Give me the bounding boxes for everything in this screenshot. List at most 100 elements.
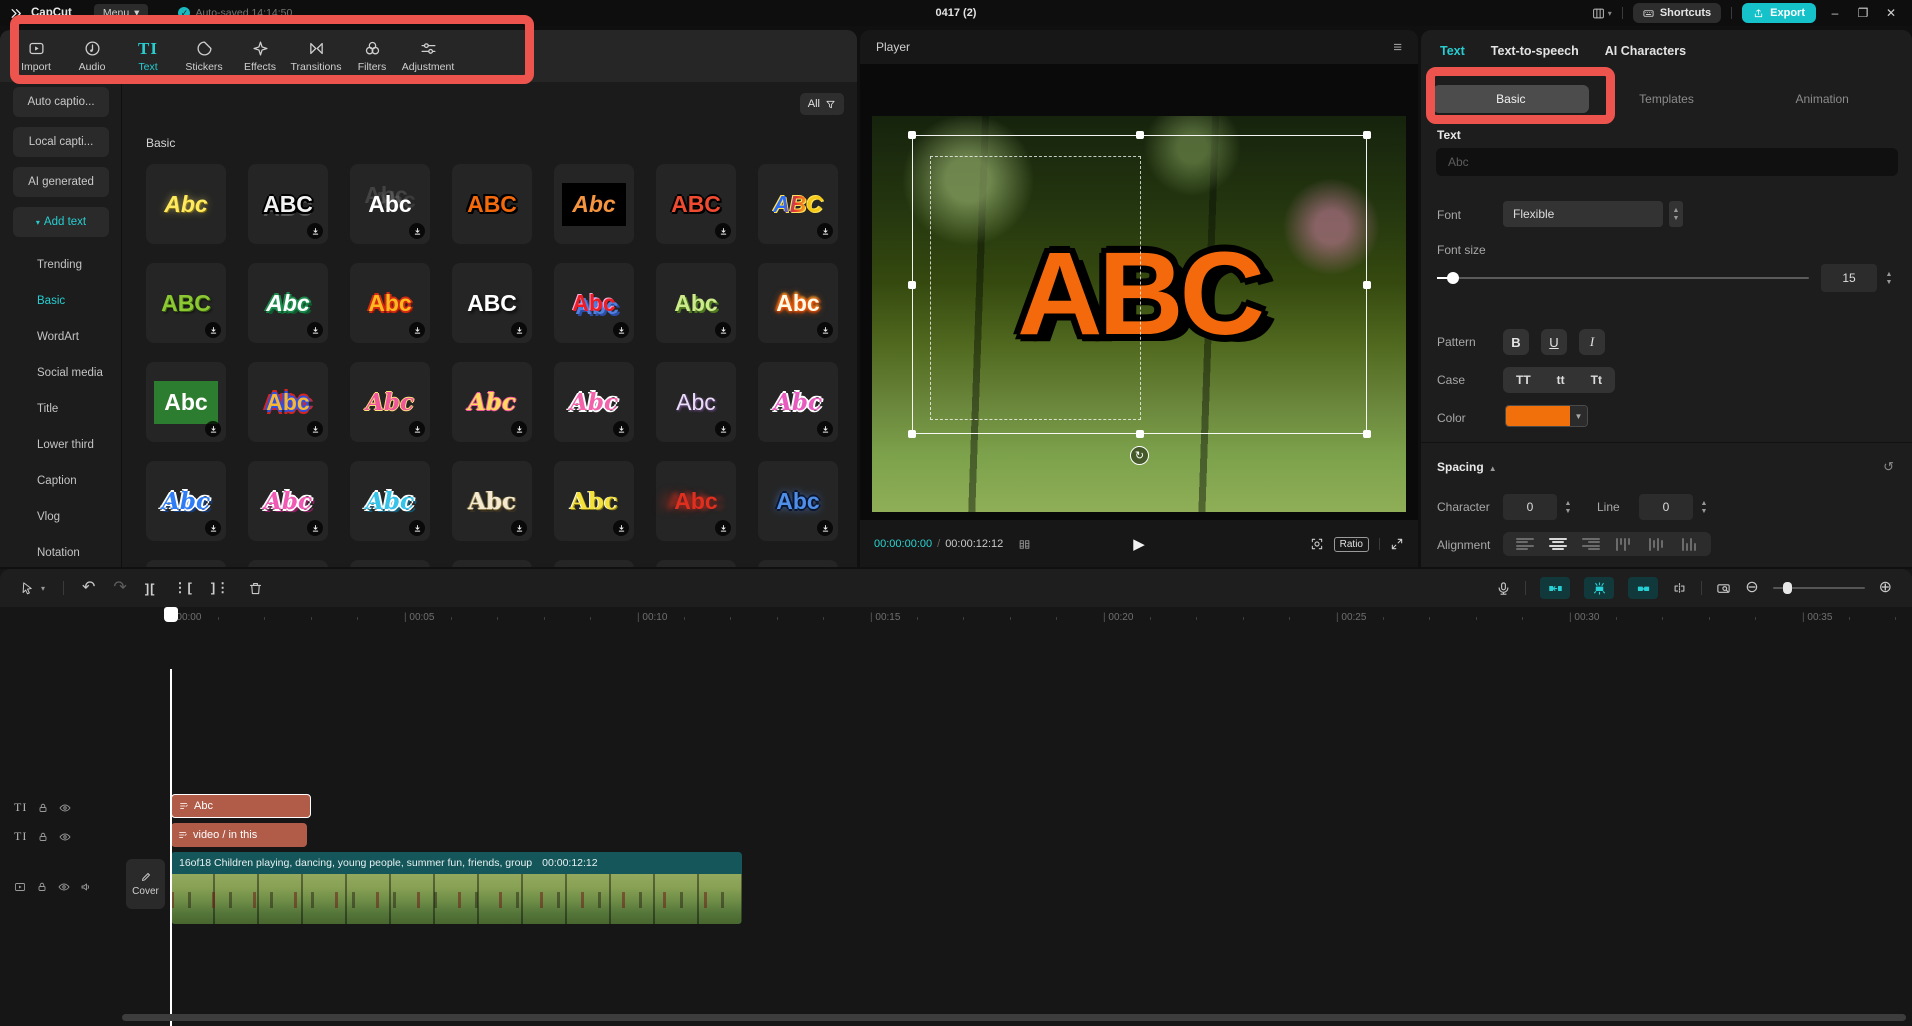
text-style-tile[interactable] (248, 560, 328, 567)
text-style-tile[interactable]: Abc (554, 164, 634, 244)
speaker-icon[interactable] (80, 881, 92, 893)
auto-splice-toggle[interactable] (1584, 577, 1614, 599)
text-style-tile[interactable]: Abc (248, 263, 328, 343)
tab-ai-characters[interactable]: AI Characters (1605, 44, 1686, 58)
capitalize-button[interactable]: Tt (1591, 373, 1602, 387)
toolbar-item-filters[interactable]: Filters (348, 40, 396, 73)
bold-button[interactable]: B (1503, 329, 1529, 355)
text-style-tile[interactable] (554, 560, 634, 567)
underline-button[interactable]: U (1541, 329, 1567, 355)
text-style-tile[interactable]: Abc (554, 362, 634, 442)
character-spacing-value[interactable]: 0 (1503, 494, 1557, 520)
text-style-tile[interactable]: Abc (350, 263, 430, 343)
frame-view-icon[interactable] (1018, 538, 1031, 551)
resize-handle[interactable] (908, 131, 916, 139)
text-style-tile[interactable]: Abc (554, 461, 634, 541)
toolbar-item-audio[interactable]: Audio (68, 40, 116, 73)
text-content-input[interactable] (1436, 148, 1898, 176)
align-bottom-button[interactable] (1680, 538, 1698, 551)
ratio-button[interactable]: Ratio (1334, 537, 1369, 552)
close-button[interactable]: ✕ (1882, 6, 1900, 20)
undo-icon[interactable]: ↶ (82, 580, 95, 596)
timeline-ruler[interactable]: 00:0000:0500:1000:1500:2000:2500:3000:35 (0, 607, 1912, 631)
tab-text[interactable]: Text (1440, 44, 1465, 58)
character-spacing-stepper[interactable]: ▲▼ (1561, 494, 1575, 520)
preview-frame-icon[interactable] (1716, 581, 1731, 596)
text-style-tile[interactable]: Abc (656, 263, 736, 343)
text-style-tile[interactable]: ABC (656, 164, 736, 244)
video-clip[interactable]: 16of18 Children playing, dancing, young … (171, 852, 742, 924)
sidebar-item-add-text[interactable]: ▾Add text (13, 207, 109, 237)
align-top-button[interactable] (1614, 538, 1632, 551)
select-tool-icon[interactable] (20, 581, 35, 596)
lock-icon[interactable] (36, 881, 48, 893)
link-clips-toggle[interactable] (1628, 577, 1658, 599)
cover-button[interactable]: Cover (126, 859, 165, 909)
color-picker[interactable]: ▼ (1505, 405, 1588, 427)
sidebar-item-auto-captio[interactable]: Auto captio... (13, 87, 109, 117)
lock-icon[interactable] (37, 831, 49, 843)
video-frame[interactable]: ABC ↻ (872, 116, 1406, 512)
toolbar-item-adjustment[interactable]: Adjustment (404, 40, 452, 73)
record-voiceover-icon[interactable] (1496, 581, 1511, 596)
menu-button[interactable]: Menu▾ (94, 4, 149, 22)
text-style-tile[interactable]: Abc (350, 362, 430, 442)
eye-icon[interactable] (59, 802, 71, 814)
zoom-in-icon[interactable]: ⊕ (1879, 580, 1892, 596)
player-menu-icon[interactable]: ≡ (1393, 40, 1402, 55)
resize-handle[interactable] (1363, 281, 1371, 289)
text-clip-selected[interactable]: Abc (171, 794, 311, 818)
timeline-zoom-slider[interactable] (1773, 587, 1865, 589)
eye-icon[interactable] (58, 881, 70, 893)
text-style-tile[interactable]: Abc (452, 461, 532, 541)
text-style-tile[interactable]: Abc (656, 461, 736, 541)
sidebar-item-ai-generated[interactable]: AI generated (13, 167, 109, 197)
sidebar-item-caption[interactable]: Caption (0, 463, 121, 499)
text-style-tile[interactable]: ABC (452, 263, 532, 343)
split-keep-right-icon[interactable]: ]⋮ (211, 580, 230, 596)
text-style-tile[interactable]: Abc (554, 263, 634, 343)
toolbar-item-import[interactable]: Import (12, 40, 60, 73)
sidebar-item-wordart[interactable]: WordArt (0, 319, 121, 355)
resize-handle[interactable] (908, 430, 916, 438)
minimize-button[interactable]: – (1826, 6, 1844, 20)
text-style-tile[interactable]: Abc (758, 362, 838, 442)
chevron-down-icon[interactable]: ▾ (41, 584, 45, 593)
text-style-tile[interactable]: Abc (248, 362, 328, 442)
text-style-tile[interactable]: Abc (758, 461, 838, 541)
align-right-button[interactable] (1582, 538, 1600, 551)
resize-handle[interactable] (1136, 131, 1144, 139)
text-style-tile[interactable]: ABC (452, 164, 532, 244)
playhead[interactable] (170, 669, 172, 1026)
magnetic-snap-toggle[interactable] (1540, 577, 1570, 599)
export-button[interactable]: Export (1742, 3, 1816, 23)
reset-icon[interactable]: ↺ (1883, 460, 1894, 473)
toolbar-item-text[interactable]: TIText (124, 40, 172, 73)
text-style-tile[interactable]: ABC (248, 164, 328, 244)
subtab-basic[interactable]: Basic (1433, 85, 1589, 113)
split-preview-icon[interactable] (1672, 581, 1687, 596)
text-style-tile[interactable]: Abc (452, 362, 532, 442)
text-style-tile[interactable] (350, 560, 430, 567)
redo-icon[interactable]: ↷ (113, 580, 126, 596)
preview-quality-icon[interactable] (1310, 537, 1324, 551)
font-size-value[interactable]: 15 (1821, 264, 1877, 292)
lock-icon[interactable] (37, 802, 49, 814)
resize-handle[interactable] (908, 281, 916, 289)
split-keep-left-icon[interactable]: ⋮[ (174, 580, 193, 596)
filter-button[interactable]: All (800, 93, 844, 115)
font-size-slider[interactable] (1437, 277, 1809, 279)
text-style-tile[interactable]: Abc (656, 362, 736, 442)
horizontal-scrollbar[interactable] (122, 1014, 1906, 1021)
text-style-tile[interactable]: Abc (758, 263, 838, 343)
sidebar-item-title[interactable]: Title (0, 391, 121, 427)
split-icon[interactable]: ][ (145, 581, 156, 596)
text-style-tile[interactable] (758, 560, 838, 567)
font-dropdown[interactable]: Flexible (1503, 201, 1663, 227)
resize-handle[interactable] (1363, 131, 1371, 139)
text-style-tile[interactable]: Abc (146, 164, 226, 244)
align-center-button[interactable] (1549, 538, 1567, 551)
sidebar-item-local-capti[interactable]: Local capti... (13, 127, 109, 157)
text-style-tile[interactable]: Abc (248, 461, 328, 541)
text-style-tile[interactable] (146, 560, 226, 567)
